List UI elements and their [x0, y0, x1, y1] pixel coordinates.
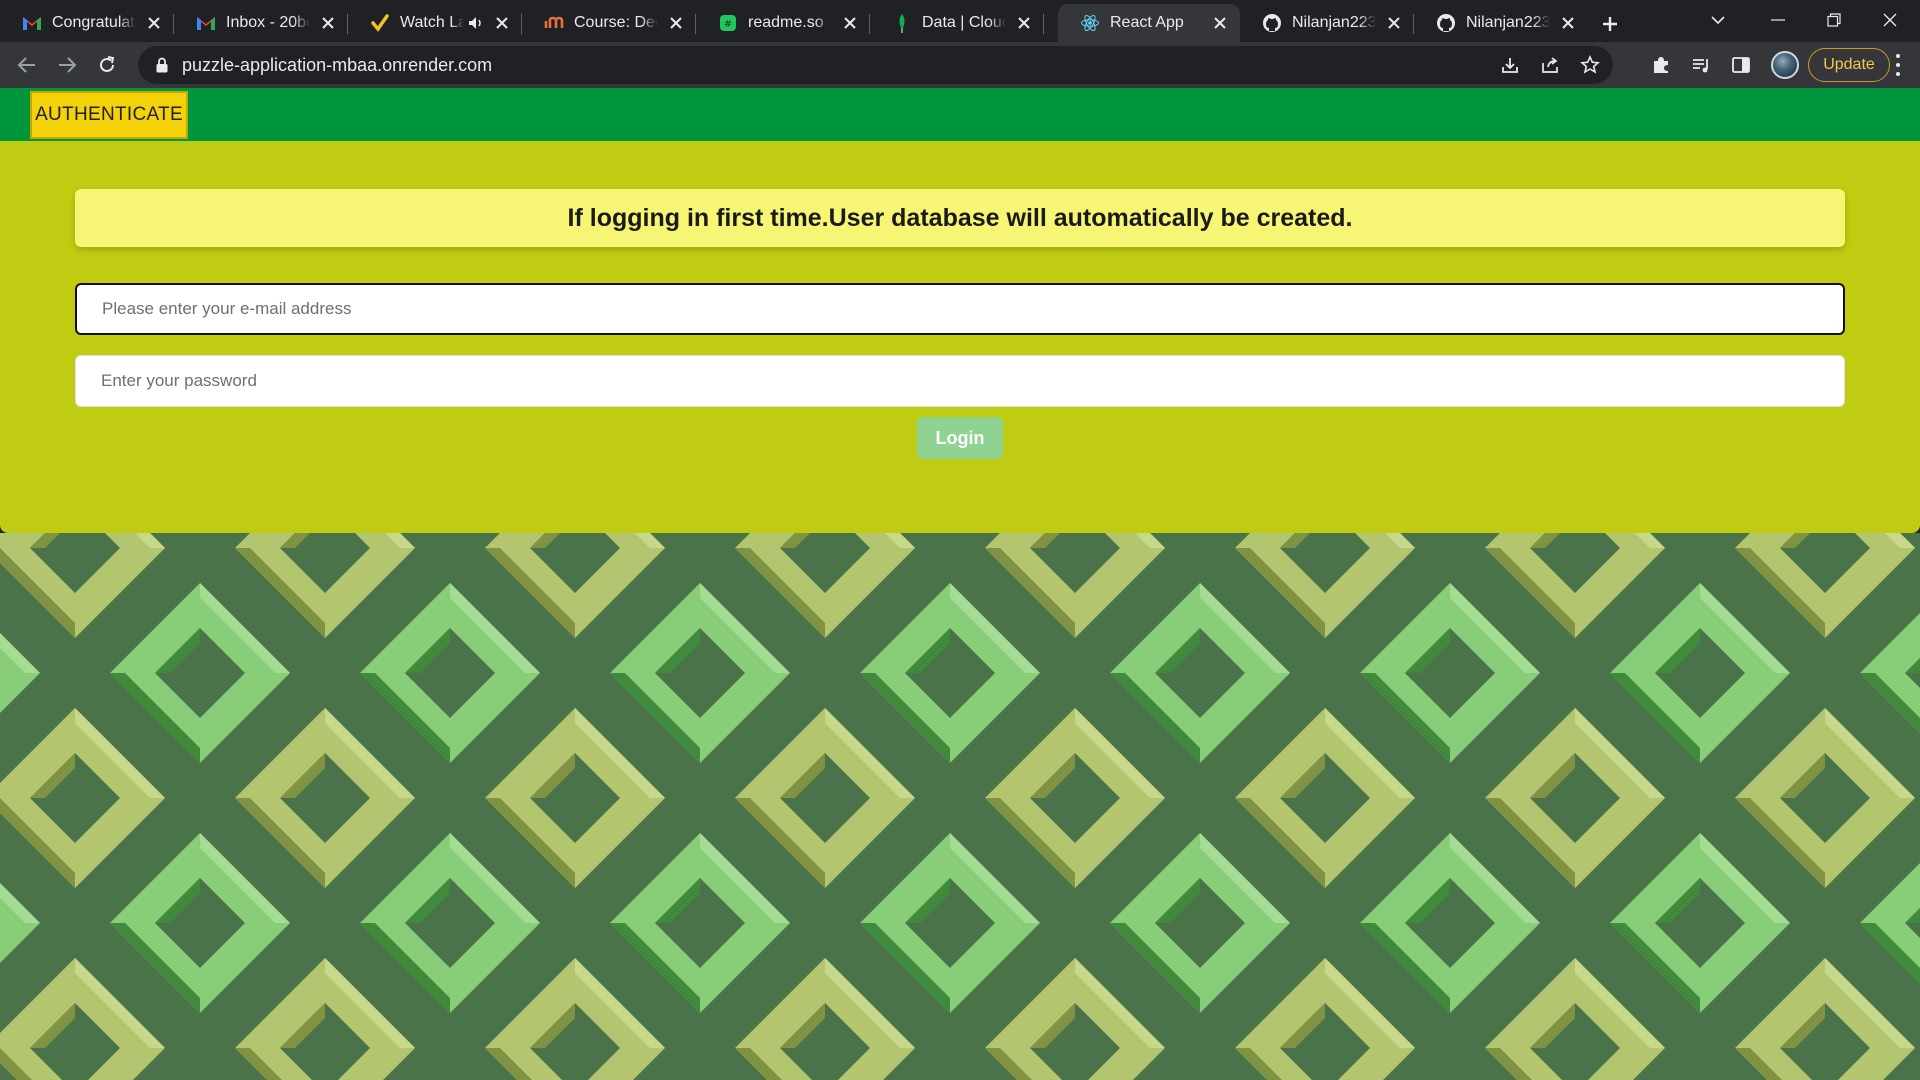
- email-field[interactable]: [75, 283, 1845, 335]
- mongodb-leaf-icon: [892, 13, 912, 33]
- bookmark-star-icon[interactable]: [1579, 54, 1601, 76]
- tab-congratulations[interactable]: Congratulation: [0, 4, 174, 42]
- restore-icon: [1827, 13, 1841, 27]
- tab-title: Inbox - 20bce: [226, 14, 310, 31]
- close-window-button[interactable]: [1862, 0, 1918, 40]
- minimize-button[interactable]: [1750, 0, 1806, 40]
- readme-icon: #: [718, 13, 738, 33]
- tab-mongodb[interactable]: Data | Cloud: M: [870, 4, 1044, 42]
- tab-strip: Congratulation Inbox - 20bce Watch Lat C…: [0, 0, 1920, 42]
- tab-react-app[interactable]: React App: [1058, 4, 1240, 42]
- check-icon: [370, 13, 390, 33]
- login-button[interactable]: Login: [917, 417, 1003, 459]
- new-tab-button[interactable]: [1596, 10, 1624, 38]
- tab-title: Nilanjan223/C: [1466, 14, 1550, 31]
- menu-dots-icon[interactable]: [1893, 54, 1903, 76]
- back-button[interactable]: [12, 50, 42, 80]
- close-icon[interactable]: [144, 13, 164, 33]
- close-icon[interactable]: [492, 13, 512, 33]
- gmail-icon: [196, 13, 216, 33]
- tab-search-button[interactable]: [1690, 0, 1746, 40]
- lock-icon[interactable]: [154, 56, 170, 74]
- course-icon: [544, 13, 564, 33]
- url-text: puzzle-application-mbaa.onrender.com: [182, 54, 493, 75]
- share-icon[interactable]: [1539, 54, 1561, 76]
- tab-github-1[interactable]: Nilanjan223/C: [1240, 4, 1414, 42]
- login-panel: If logging in first time.User database w…: [0, 141, 1920, 533]
- tab-course[interactable]: Course: Deep: [522, 4, 696, 42]
- tab-title: Watch Lat: [400, 14, 464, 31]
- authenticate-button[interactable]: AUTHENTICATE: [30, 91, 188, 139]
- close-icon[interactable]: [840, 13, 860, 33]
- github-icon: [1262, 13, 1282, 33]
- react-icon: [1080, 13, 1100, 33]
- tab-title: React App: [1110, 14, 1184, 31]
- tab-title: readme.so: [748, 14, 824, 31]
- close-icon[interactable]: [1210, 13, 1230, 33]
- close-icon[interactable]: [318, 13, 338, 33]
- tab-title: Nilanjan223/C: [1292, 14, 1376, 31]
- tab-title: Data | Cloud: M: [922, 14, 1006, 31]
- restore-button[interactable]: [1806, 0, 1862, 40]
- arrow-right-icon: [59, 57, 77, 73]
- tab-title: Course: Deep: [574, 14, 658, 31]
- tab-github-2[interactable]: Nilanjan223/C: [1414, 4, 1588, 42]
- close-icon[interactable]: [1014, 13, 1034, 33]
- app-navbar: AUTHENTICATE: [0, 88, 1920, 141]
- tab-title: Congratulation: [52, 14, 136, 31]
- close-icon[interactable]: [666, 13, 686, 33]
- tab-readme[interactable]: # readme.so: [696, 4, 870, 42]
- minimize-icon: [1771, 19, 1785, 21]
- install-app-icon[interactable]: [1499, 54, 1521, 76]
- plus-icon: [1603, 17, 1617, 31]
- close-icon[interactable]: [1558, 13, 1578, 33]
- reload-icon: [100, 56, 115, 72]
- arrow-left-icon: [17, 57, 35, 73]
- reload-button[interactable]: [92, 50, 122, 80]
- forward-button[interactable]: [52, 50, 82, 80]
- profile-avatar[interactable]: [1771, 51, 1799, 79]
- chevron-down-icon: [1711, 16, 1725, 25]
- background-pattern: [0, 533, 1920, 1080]
- password-field[interactable]: [75, 355, 1845, 407]
- close-icon: [1883, 13, 1897, 27]
- svg-text:#: #: [724, 19, 732, 30]
- github-icon: [1436, 13, 1456, 33]
- browser-toolbar: puzzle-application-mbaa.onrender.com Upd…: [0, 42, 1920, 88]
- update-button[interactable]: Update: [1808, 48, 1890, 82]
- page-viewport: AUTHENTICATE If logging in first time.Us…: [0, 88, 1920, 1080]
- extensions-puzzle-icon[interactable]: [1650, 54, 1672, 76]
- gmail-icon: [22, 13, 42, 33]
- close-icon[interactable]: [1384, 13, 1404, 33]
- tab-watch-later[interactable]: Watch Lat: [348, 4, 522, 42]
- side-panel-icon[interactable]: [1730, 54, 1752, 76]
- speaker-icon[interactable]: [468, 14, 484, 32]
- tab-inbox[interactable]: Inbox - 20bce: [174, 4, 348, 42]
- media-queue-icon[interactable]: [1690, 54, 1712, 76]
- info-banner: If logging in first time.User database w…: [75, 189, 1845, 247]
- address-bar[interactable]: puzzle-application-mbaa.onrender.com: [138, 46, 1613, 84]
